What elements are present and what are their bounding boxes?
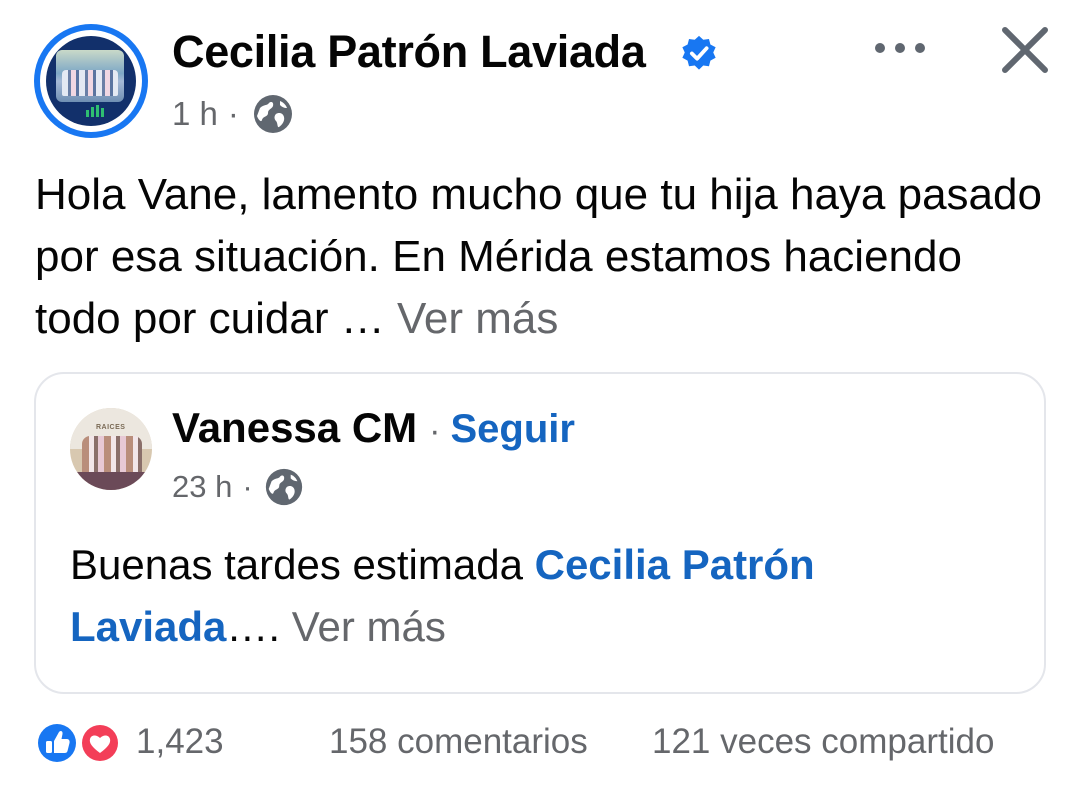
avatar-photo bbox=[56, 50, 124, 102]
globe-icon bbox=[265, 468, 302, 506]
shared-author-name[interactable]: Vanessa CM bbox=[172, 404, 417, 452]
see-more-link[interactable]: Ver más bbox=[292, 603, 446, 650]
shared-post-body: Buenas tardes estimada Cecilia Patrón La… bbox=[70, 534, 1020, 658]
author-name[interactable]: Cecilia Patrón Laviada bbox=[172, 26, 646, 78]
comments-count[interactable]: 158 comentarios bbox=[329, 722, 588, 762]
meta-separator: · bbox=[242, 469, 253, 504]
close-icon[interactable] bbox=[995, 20, 1055, 80]
logo-mark-icon bbox=[86, 105, 104, 117]
shared-post-time[interactable]: 23 h bbox=[172, 469, 232, 505]
avatar-ring bbox=[40, 30, 142, 132]
post-body: Hola Vane, lamento mucho que tu hija hay… bbox=[35, 164, 1045, 350]
shared-author-line: Vanessa CM · Seguir bbox=[172, 404, 575, 452]
follow-button[interactable]: Seguir bbox=[450, 407, 574, 452]
post-header: Cecilia Patrón Laviada 1 h · bbox=[0, 0, 1080, 150]
shared-author-avatar[interactable]: RAICES bbox=[70, 408, 152, 490]
more-options-icon[interactable] bbox=[868, 26, 932, 70]
reactions-count[interactable]: 1,423 bbox=[136, 722, 224, 762]
shared-body-text: Buenas tardes estimada bbox=[70, 541, 535, 588]
shared-post-meta: 23 h · bbox=[172, 466, 305, 508]
shared-ellipsis: …. bbox=[226, 603, 292, 650]
see-more-link[interactable]: Ver más bbox=[397, 294, 558, 343]
reactions-icons[interactable] bbox=[34, 720, 130, 766]
avatar-sign-text: RAICES bbox=[96, 424, 126, 431]
author-avatar[interactable] bbox=[34, 24, 148, 138]
avatar-image bbox=[46, 36, 136, 126]
post-time[interactable]: 1 h bbox=[172, 95, 218, 133]
love-icon bbox=[80, 723, 120, 763]
name-separator: · bbox=[429, 412, 441, 450]
avatar-floor bbox=[70, 472, 152, 490]
post-meta: 1 h · bbox=[172, 92, 295, 136]
shares-count[interactable]: 121 veces compartido bbox=[652, 722, 994, 762]
globe-icon bbox=[253, 95, 292, 133]
post-stats: 1,423 158 comentarios 121 veces comparti… bbox=[0, 712, 1080, 772]
verified-badge-icon bbox=[682, 35, 716, 70]
like-icon bbox=[36, 722, 78, 764]
shared-post-card[interactable]: RAICES Vanessa CM · Seguir 23 h · Buenas… bbox=[34, 372, 1046, 694]
meta-separator: · bbox=[227, 95, 239, 132]
